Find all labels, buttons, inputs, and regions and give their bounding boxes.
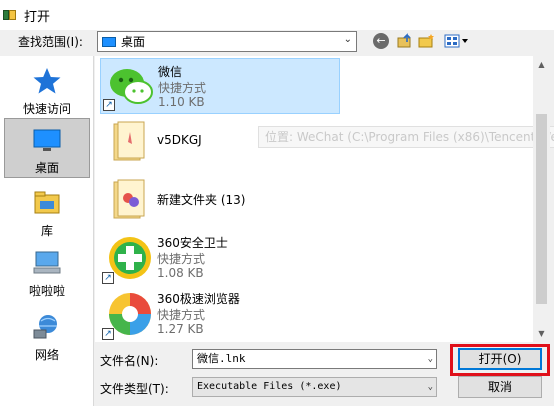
file-name: v5DKGJ [157,133,202,147]
place-library[interactable]: 库 [4,182,90,242]
file-size: 1.27 KB [157,322,204,336]
filetype-label: 文件类型(T): [100,382,169,396]
new-folder-button[interactable] [418,32,436,50]
place-network[interactable]: 网络 [4,306,90,366]
location-tooltip: 位置: WeChat (C:\Program Files (x86)\Tence… [258,126,554,148]
up-folder-icon [397,33,411,48]
file-size: 1.08 KB [157,266,204,280]
file-name: 360安全卫士 [157,236,228,250]
library-icon [34,191,60,214]
scroll-thumb[interactable] [536,114,547,304]
app-icon [3,8,17,22]
place-computer[interactable]: 啦啦啦 [4,242,90,302]
file-type: 快捷方式 [158,81,207,95]
new-folder-icon [418,34,434,48]
place-label: 库 [40,224,53,238]
cancel-button[interactable]: 取消 [458,376,542,398]
file-type: 快捷方式 [157,252,206,266]
red-highlight-box [450,344,550,376]
file-name: 360极速浏览器 [157,292,240,306]
chevron-down-icon: ⌄ [427,382,433,392]
chevron-down-icon[interactable]: ⌄ [428,350,433,368]
window-title: 打开 [24,9,51,25]
computer-icon [33,251,61,274]
place-quick-access[interactable]: 快速访问 [4,60,90,120]
list-item[interactable]: ↗ 360安全卫士 快捷方式 1.08 KB [100,230,340,286]
place-label: 网络 [34,348,59,362]
lookin-label: 查找范围(I): [18,35,83,49]
file-name: 新建文件夹 (13) [157,193,246,207]
back-button[interactable]: ← [372,32,390,50]
lookin-value: 桌面 [121,35,146,49]
list-item[interactable]: ↗ 微信 快捷方式 1.10 KB [100,58,340,114]
folder-icon [113,179,145,219]
place-label: 桌面 [34,161,59,175]
filename-input[interactable]: 微信.lnk ⌄ [192,349,437,369]
view-menu-button[interactable] [444,32,470,50]
up-folder-button[interactable] [397,32,413,50]
lookin-dropdown[interactable]: 桌面 ⌄ [97,31,357,52]
list-item[interactable]: 新建文件夹 (13) [100,172,340,228]
file-name: 微信 [158,65,183,79]
shortcut-arrow-icon: ↗ [102,272,114,284]
file-size: 1.10 KB [158,95,205,109]
back-arrow-icon: ← [373,33,389,49]
place-label: 啦啦啦 [28,284,65,298]
lookin-row: 查找范围(I): 桌面 ⌄ ← [0,30,554,56]
file-type: 快捷方式 [157,308,206,322]
star-icon [33,68,61,94]
file-list[interactable]: ↗ 微信 快捷方式 1.10 KB v5DKGJ 新建文件夹 (13) ↗ 36… [95,56,533,342]
filename-label: 文件名(N): [100,354,159,368]
shortcut-arrow-icon: ↗ [102,328,114,340]
place-desktop[interactable]: 桌面 [4,118,90,178]
view-menu-icon [444,34,468,48]
shortcut-arrow-icon: ↗ [103,99,115,111]
chevron-down-icon: ⌄ [343,34,352,45]
filetype-select[interactable]: Executable Files (*.exe) ⌄ [192,377,437,397]
network-icon [33,315,57,339]
place-label: 快速访问 [22,102,71,116]
vertical-scrollbar[interactable]: ▲ ▼ [533,56,550,342]
desktop-icon [102,36,116,47]
scroll-up-icon[interactable]: ▲ [533,56,550,73]
filename-value: 微信.lnk [197,352,246,365]
filetype-value: Executable Files (*.exe) [197,381,342,392]
desktop-icon [33,129,61,151]
folder-icon [113,121,145,161]
list-item[interactable]: ↗ 360极速浏览器 快捷方式 1.27 KB [100,286,340,342]
title-bar: 打开 [0,0,554,30]
places-bar: 快速访问 桌面 库 啦啦啦 网络 [0,56,94,406]
scroll-down-icon[interactable]: ▼ [533,325,550,342]
